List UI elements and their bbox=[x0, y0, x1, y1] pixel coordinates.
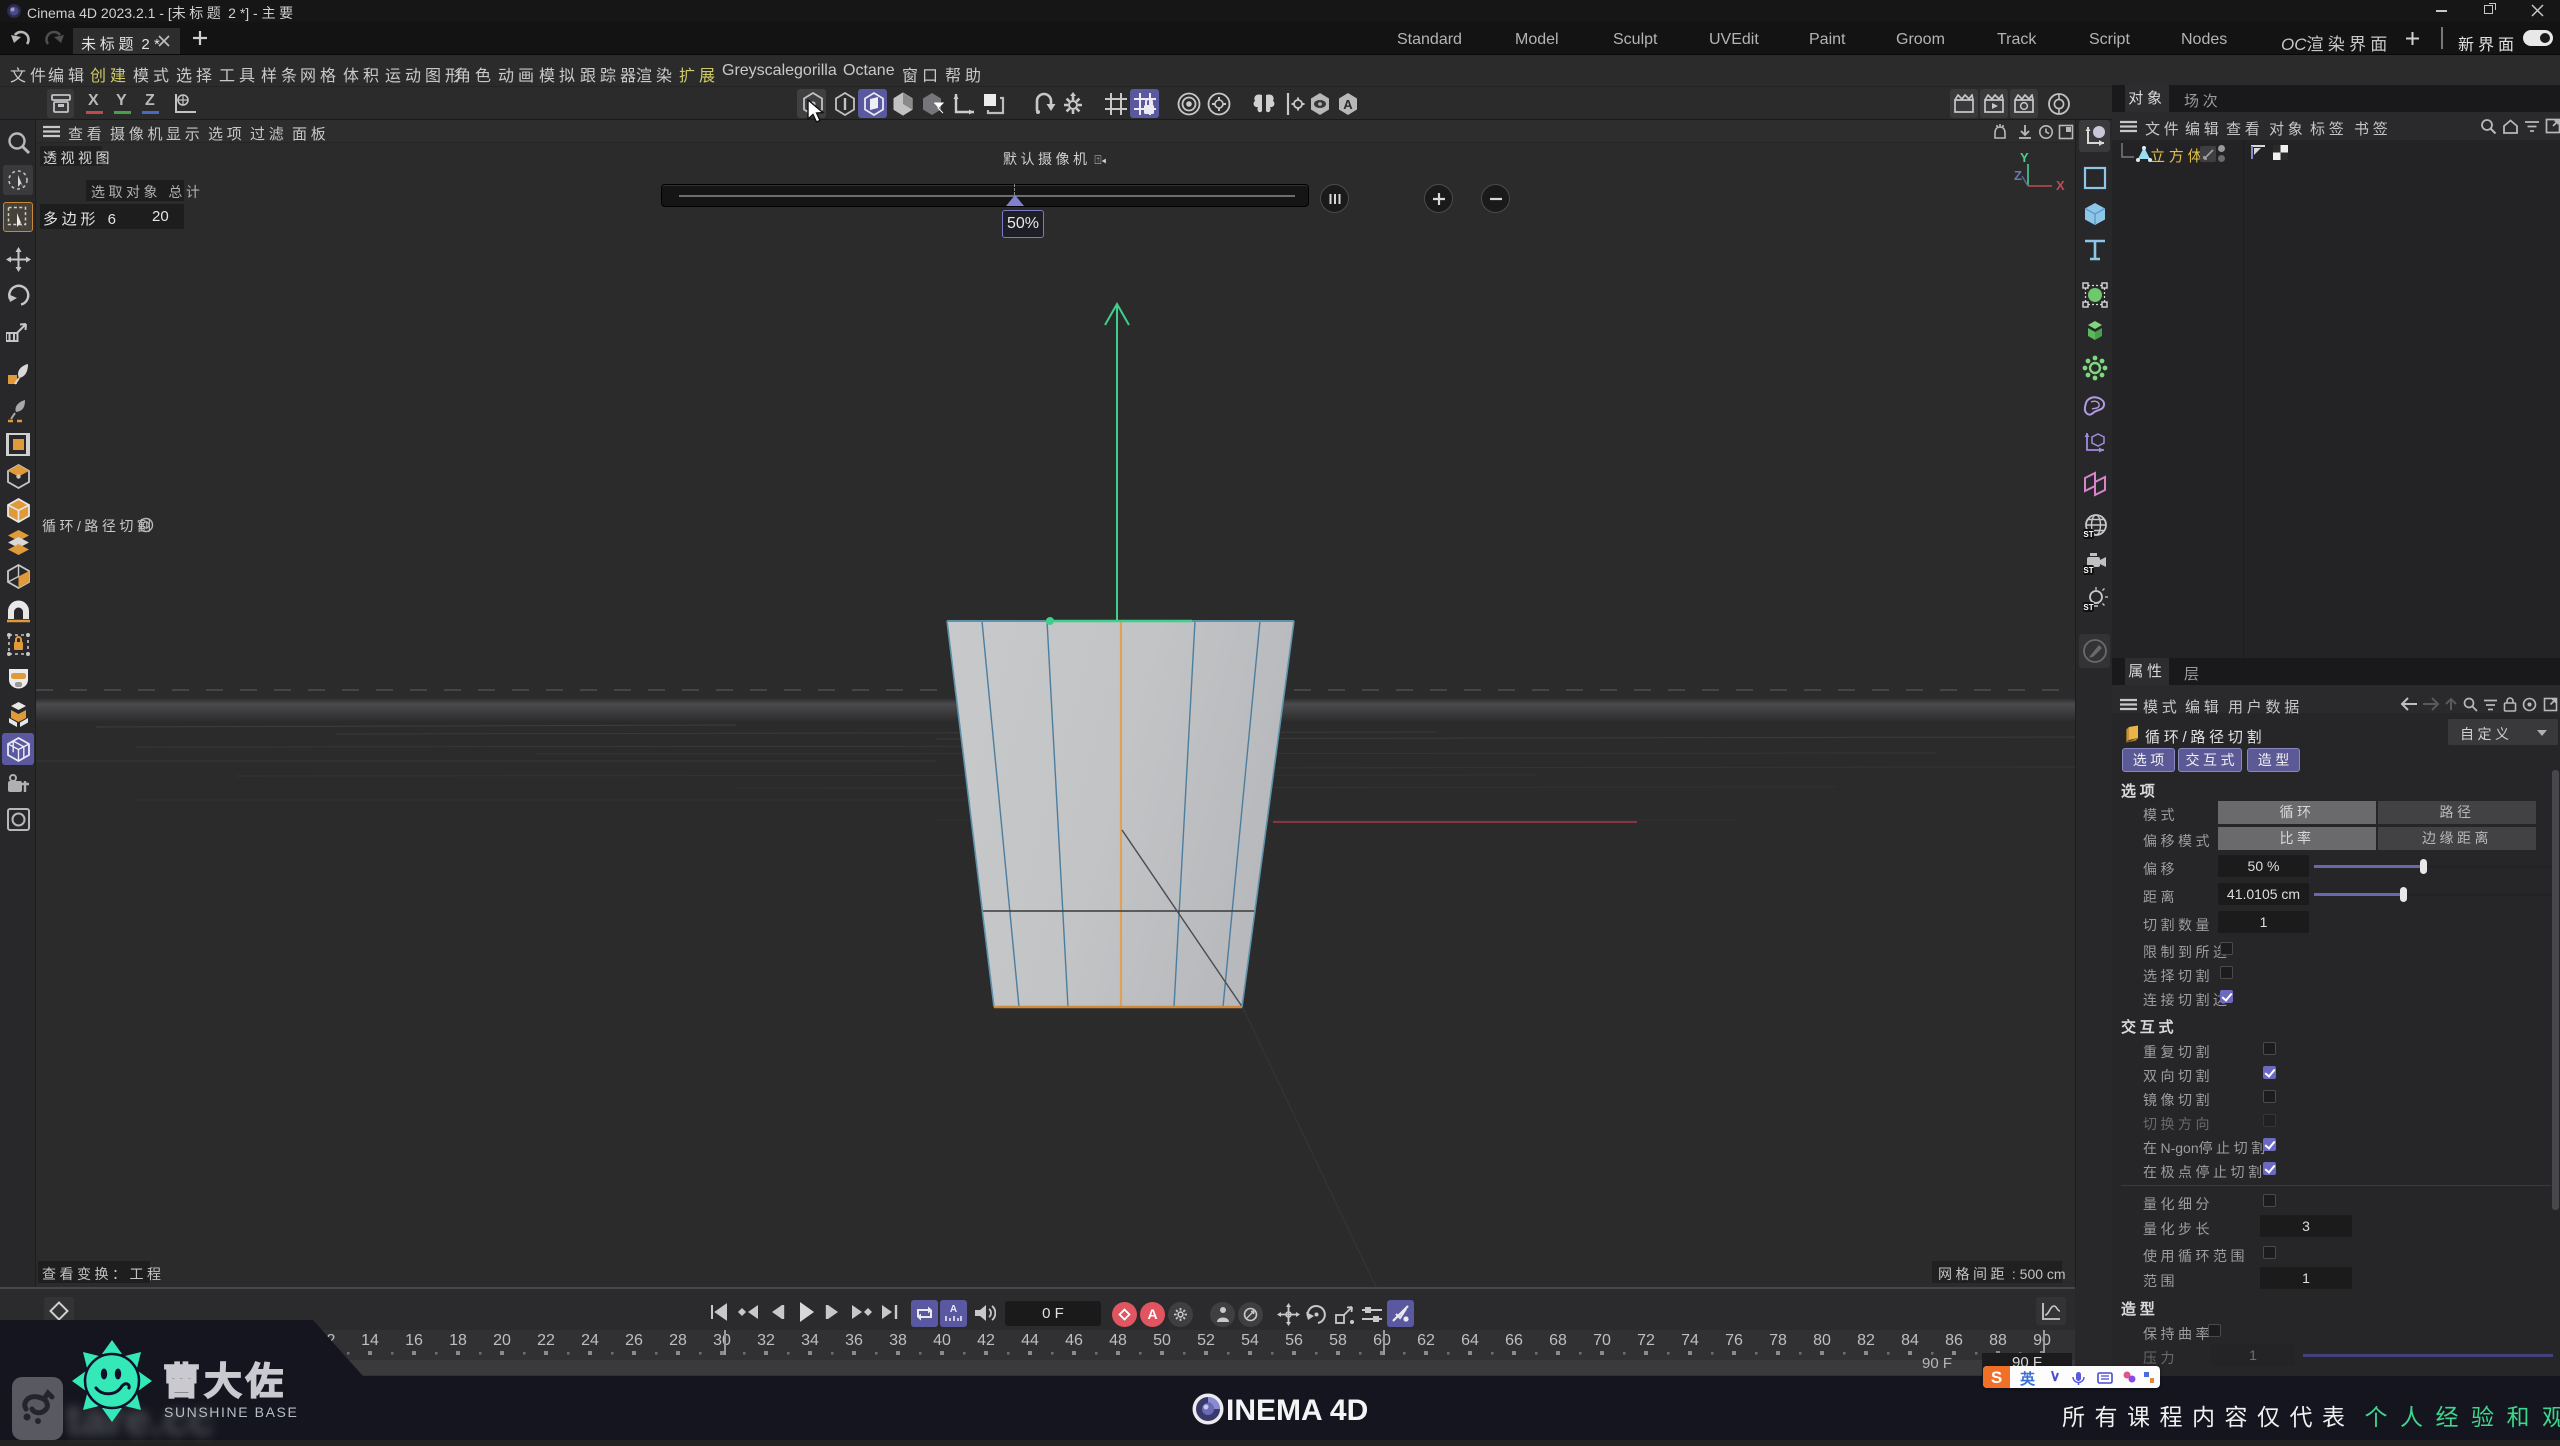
svg-text:A: A bbox=[950, 1304, 957, 1315]
svg-text:ST: ST bbox=[2083, 530, 2093, 539]
svg-text:A: A bbox=[1343, 97, 1353, 112]
svg-text:ST: ST bbox=[2083, 603, 2093, 612]
svg-text:ST: ST bbox=[2083, 566, 2093, 575]
